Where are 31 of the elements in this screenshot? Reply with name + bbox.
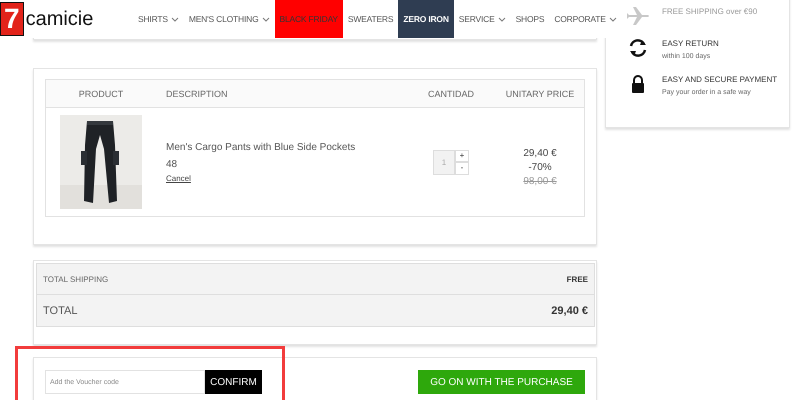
benefit-title: EASY RETURN [662,38,719,50]
totals-label: TOTAL [43,304,78,316]
logo-text: camicie [26,8,94,30]
totals-label: TOTAL SHIPPING [43,274,108,284]
nav-link[interactable]: SHOPS [510,0,550,38]
nav-link[interactable]: SHIRTS [133,0,184,38]
product-name: Men's Cargo Pants with Blue Side Pockets [166,141,356,155]
nav-link[interactable]: SWEATERS [342,0,398,38]
nav-link[interactable]: MEN'S CLOTHING [184,0,274,38]
cancel-link[interactable]: Cancel [166,173,191,185]
old-price-text: 98,00 € [523,175,557,189]
column-header: UNITARY PRICE [504,88,576,98]
benefit-title: EASY AND SECURE PAYMENT [662,74,778,86]
logo-mark: 7 [0,2,24,36]
totals-value: 29,40 € [551,304,588,316]
product-size: 48 [166,158,178,172]
decrease-button[interactable]: - [455,162,469,174]
increase-button[interactable]: + [455,150,469,162]
column-header: PRODUCT [78,88,124,98]
nav-link[interactable]: SERVICE [454,0,511,38]
discount-text: -70% [528,161,552,175]
nav-link[interactable]: CORPORATE [549,0,622,38]
nav-link[interactable]: ZERO IRON [398,0,454,38]
column-header: DESCRIPTION [165,88,229,98]
totals-value: FREE [566,274,588,284]
price-text: 29,40 € [523,147,557,161]
plane-icon [627,5,649,27]
benefit-title: FREE SHIPPING over €90 [662,6,758,18]
confirm-button[interactable]: CONFIRM [205,370,262,394]
column-header: CANTIDAD [426,88,475,98]
refresh-icon [627,37,649,59]
